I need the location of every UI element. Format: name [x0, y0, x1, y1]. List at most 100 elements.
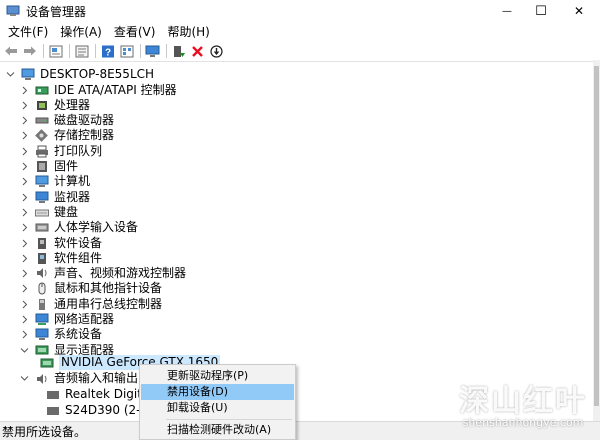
category-label: 人体学输入设备	[54, 220, 139, 235]
chevron-right-icon[interactable]	[20, 223, 29, 232]
ctx-disable-device[interactable]: 禁用设备(D)	[141, 384, 294, 400]
tree-category-monitor[interactable]: 监视器	[20, 190, 90, 205]
status-text: 禁用所选设备。	[2, 424, 87, 439]
details-button[interactable]	[118, 43, 135, 59]
chevron-right-icon[interactable]	[20, 101, 29, 110]
forward-button[interactable]	[21, 43, 38, 59]
tree-category-software-device[interactable]: 软件设备	[20, 236, 102, 251]
toolbar-separator	[166, 44, 167, 58]
help-button[interactable]: ?	[99, 43, 116, 59]
category-label: 磁盘驱动器	[54, 113, 115, 128]
tree-category-hid[interactable]: 人体学输入设备	[20, 220, 138, 235]
tree-category-disk-drive[interactable]: 磁盘驱动器	[20, 113, 114, 128]
computer-icon	[35, 175, 49, 188]
chevron-down-icon[interactable]	[20, 346, 29, 355]
properties-icon	[49, 45, 62, 57]
menu-help[interactable]: 帮助(H)	[163, 22, 213, 42]
ctx-scan-hardware[interactable]: 扫描检测硬件改动(A)	[141, 422, 294, 438]
ctx-separator	[166, 419, 292, 420]
chevron-down-icon[interactable]	[6, 70, 15, 79]
menu-file[interactable]: 文件(F)	[4, 22, 52, 42]
category-label: 网络适配器	[54, 312, 115, 326]
tree-category-sound[interactable]: 声音、视频和游戏控制器	[20, 266, 186, 281]
toolbar-separator	[95, 44, 96, 58]
chevron-right-icon[interactable]	[20, 254, 29, 263]
tree-root[interactable]: DESKTOP-8E55LCH	[6, 67, 154, 82]
tree-category-usb[interactable]: 通用串行总线控制器	[20, 297, 162, 312]
tree-item-audio[interactable]: 音频输入和输出	[20, 371, 138, 386]
category-label: 系统设备	[54, 327, 103, 342]
tree-category-processor[interactable]: 处理器	[20, 98, 90, 113]
chevron-right-icon[interactable]	[20, 315, 29, 324]
scrollbar-thumb[interactable]	[594, 66, 599, 406]
update-driver-button[interactable]	[170, 43, 187, 59]
menu-action[interactable]: 操作(A)	[56, 22, 106, 42]
tree-category-system-device[interactable]: 系统设备	[20, 327, 102, 342]
tree-category-ide-controller[interactable]: IDE ATA/ATAPI 控制器	[20, 83, 177, 98]
disable-device-button[interactable]	[208, 43, 225, 59]
audio-label: 音频输入和输出	[54, 371, 139, 385]
chevron-right-icon[interactable]	[20, 330, 29, 339]
chevron-right-icon[interactable]	[20, 177, 29, 186]
printer-icon	[35, 145, 49, 158]
tree-category-mouse[interactable]: 鼠标和其他指针设备	[20, 281, 162, 296]
firmware-icon	[35, 160, 49, 173]
display-adapter-icon	[40, 356, 54, 369]
usb-icon	[35, 298, 49, 311]
tree-category-computer[interactable]: 计算机	[20, 174, 90, 189]
tree-category-keyboard[interactable]: 键盘	[20, 205, 78, 220]
chevron-right-icon[interactable]	[20, 208, 29, 217]
category-label: 计算机	[54, 174, 91, 189]
category-label: 固件	[54, 159, 79, 173]
chevron-right-icon[interactable]	[20, 86, 29, 95]
toolbar-separator	[43, 44, 44, 58]
chevron-right-icon[interactable]	[20, 116, 29, 125]
ctx-update-driver[interactable]: 更新驱动程序(P)	[141, 368, 294, 384]
chevron-down-icon[interactable]	[20, 374, 29, 383]
minimize-icon: —	[502, 5, 512, 17]
keyboard-icon	[35, 206, 49, 219]
back-button[interactable]	[2, 43, 19, 59]
menu-view[interactable]: 查看(V)	[110, 22, 160, 42]
chevron-right-icon[interactable]	[20, 239, 29, 248]
scan-hardware-button[interactable]	[144, 43, 161, 59]
category-label: 鼠标和其他指针设备	[54, 281, 163, 296]
chevron-right-icon[interactable]	[20, 131, 29, 140]
network-adapter-icon	[35, 313, 49, 326]
software-device-icon	[35, 237, 49, 250]
show-all-icon	[75, 45, 88, 57]
properties-button[interactable]	[47, 43, 64, 59]
disk-drive-icon	[35, 114, 49, 127]
toolbar-separator	[140, 44, 141, 58]
uninstall-device-button[interactable]	[189, 43, 206, 59]
tree-category-storage-controller[interactable]: 存储控制器	[20, 128, 114, 143]
tree-category-software-component[interactable]: 软件组件	[20, 251, 102, 266]
ide-controller-icon	[35, 84, 49, 97]
show-all-button[interactable]	[73, 43, 90, 59]
tree-category-firmware[interactable]: 固件	[20, 159, 78, 174]
context-menu: 更新驱动程序(P) 禁用设备(D) 卸载设备(U) 扫描检测硬件改动(A)	[139, 364, 296, 440]
chevron-right-icon[interactable]	[20, 193, 29, 202]
help-icon: ?	[101, 45, 114, 58]
computer-root-icon	[21, 68, 35, 81]
chevron-right-icon[interactable]	[20, 284, 29, 293]
chevron-right-icon[interactable]	[20, 300, 29, 309]
speaker-icon	[46, 388, 60, 401]
vertical-scrollbar[interactable]	[593, 60, 600, 421]
tree-category-printer[interactable]: 打印队列	[20, 144, 102, 159]
mouse-icon	[35, 282, 49, 295]
ctx-uninstall-device[interactable]: 卸载设备(U)	[141, 400, 294, 416]
monitor-audio-icon	[46, 404, 60, 417]
tree-category-network-adapter[interactable]: 网络适配器	[20, 312, 114, 327]
close-icon: ✕	[573, 4, 585, 18]
device-tree[interactable]: DESKTOP-8E55LCH IDE ATA/ATAPI 控制器 处理器 磁盘驱动…	[0, 63, 593, 420]
window-title: 设备管理器	[26, 4, 87, 19]
monitor-icon	[35, 191, 49, 204]
minimize-button[interactable]: —	[490, 0, 524, 22]
close-button[interactable]: ✕	[562, 0, 596, 22]
chevron-right-icon[interactable]	[20, 147, 29, 156]
chevron-right-icon[interactable]	[20, 162, 29, 171]
device-manager-app-icon	[6, 5, 20, 17]
maximize-button[interactable]: ☐	[524, 0, 558, 22]
chevron-right-icon[interactable]	[20, 269, 29, 278]
